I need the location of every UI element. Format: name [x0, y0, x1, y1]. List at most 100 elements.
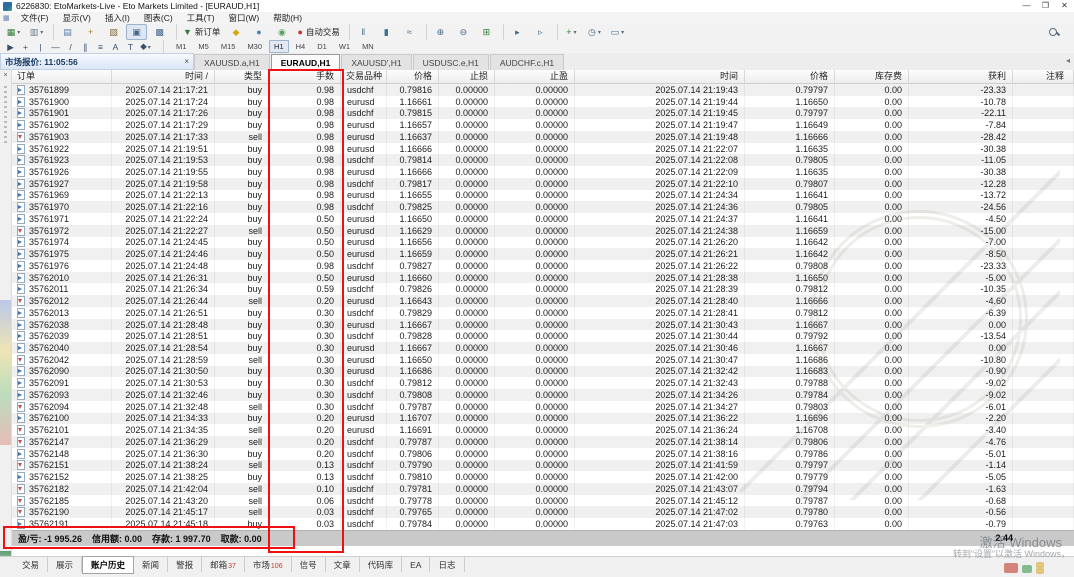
timeframe-button[interactable]: H1	[269, 40, 289, 53]
terminal-tab[interactable]: 交易	[14, 557, 48, 572]
periods-button[interactable]: ◷	[584, 24, 605, 40]
zoom-out-button[interactable]: ⊖	[453, 24, 474, 40]
table-row[interactable]: 35761971 2025.07.14 21:22:24 buy 0.50 eu…	[12, 213, 1074, 225]
channel-tool-icon[interactable]: ∥	[78, 41, 93, 53]
auto-scroll-button[interactable]: ▸	[503, 24, 528, 40]
timeframe-button[interactable]: MN	[357, 40, 379, 53]
chart-tab[interactable]: XAUUSD.a,H1	[194, 54, 270, 70]
terminal-tab[interactable]: 代码库	[360, 557, 403, 572]
dock-grip[interactable]	[4, 86, 7, 146]
table-row[interactable]: 35762038 2025.07.14 21:28:48 buy 0.30 eu…	[12, 319, 1074, 331]
menu-item[interactable]: 帮助(H)	[266, 12, 309, 24]
shapes-tool-icon[interactable]: ◆	[138, 40, 153, 54]
column-header[interactable]: 价格	[387, 70, 439, 83]
menu-item[interactable]: 文件(F)	[14, 12, 56, 24]
table-row[interactable]: 35761903 2025.07.14 21:17:33 sell 0.98 e…	[12, 131, 1074, 143]
market-watch-titlebar[interactable]: 市场报价: 11:05:56 ×	[0, 53, 194, 70]
table-row[interactable]: 35761974 2025.07.14 21:24:45 buy 0.50 eu…	[12, 237, 1074, 249]
zoom-in-button[interactable]: ⊕	[426, 24, 451, 40]
table-row[interactable]: 35762152 2025.07.14 21:38:25 buy 0.13 us…	[12, 471, 1074, 483]
column-header[interactable]: 类型	[215, 70, 269, 83]
table-row[interactable]: 35762191 2025.07.14 21:45:18 buy 0.03 us…	[12, 518, 1074, 530]
column-header[interactable]: 手数	[269, 70, 341, 83]
autotrading-button[interactable]: ●自动交易	[294, 24, 342, 40]
chart-window-icon[interactable]: ▦	[3, 14, 10, 22]
table-row[interactable]: 35762185 2025.07.14 21:43:20 sell 0.06 u…	[12, 495, 1074, 507]
menu-item[interactable]: 显示(V)	[55, 12, 97, 24]
tile-windows-button[interactable]: ⊞	[476, 24, 497, 40]
table-row[interactable]: 35761969 2025.07.14 21:22:13 buy 0.98 eu…	[12, 190, 1074, 202]
terminal-tab[interactable]: 邮箱37	[202, 557, 245, 572]
column-header[interactable]: 时间	[575, 70, 745, 83]
terminal-button[interactable]: ▣	[126, 24, 147, 40]
table-row[interactable]: 35761972 2025.07.14 21:22:27 sell 0.50 e…	[12, 225, 1074, 237]
fibonacci-tool-icon[interactable]: ≡	[93, 41, 108, 53]
strategy-tester-button[interactable]: ▩	[149, 24, 170, 40]
table-row[interactable]: 35761970 2025.07.14 21:22:16 buy 0.98 us…	[12, 201, 1074, 213]
timeframe-button[interactable]: M1	[171, 40, 191, 53]
terminal-tab[interactable]: 文章	[326, 557, 360, 572]
table-row[interactable]: 35762011 2025.07.14 21:26:34 buy 0.59 us…	[12, 283, 1074, 295]
chart-tab[interactable]: EURAUD,H1	[271, 54, 341, 70]
terminal-tab[interactable]: EA	[402, 557, 430, 572]
table-row[interactable]: 35762101 2025.07.14 21:34:35 sell 0.20 e…	[12, 424, 1074, 436]
chart-tab[interactable]: USDUSC.e,H1	[413, 54, 489, 70]
crosshair-tool-icon[interactable]: +	[18, 41, 33, 53]
table-row[interactable]: 35762091 2025.07.14 21:30:53 buy 0.30 us…	[12, 377, 1074, 389]
menu-item[interactable]: 窗口(W)	[222, 12, 267, 24]
table-row[interactable]: 35762094 2025.07.14 21:32:48 sell 0.30 u…	[12, 401, 1074, 413]
timeframe-button[interactable]: M30	[242, 40, 267, 53]
menu-item[interactable]: 插入(I)	[98, 12, 137, 24]
table-row[interactable]: 35761923 2025.07.14 21:19:53 buy 0.98 us…	[12, 154, 1074, 166]
table-row[interactable]: 35762182 2025.07.14 21:42:04 sell 0.10 u…	[12, 483, 1074, 495]
cursor-tool-icon[interactable]: ▶	[3, 41, 18, 53]
table-row[interactable]: 35762190 2025.07.14 21:45:17 sell 0.03 u…	[12, 506, 1074, 518]
table-row[interactable]: 35762151 2025.07.14 21:38:24 sell 0.13 u…	[12, 460, 1074, 472]
text-tool-icon[interactable]: A	[108, 41, 123, 53]
chart-shift-button[interactable]: ▹	[530, 24, 551, 40]
chart-tab[interactable]: XAUUSD',H1	[341, 54, 411, 70]
table-row[interactable]: 35761899 2025.07.14 21:17:21 buy 0.98 us…	[12, 84, 1074, 96]
table-row[interactable]: 35762040 2025.07.14 21:28:54 buy 0.30 eu…	[12, 342, 1074, 354]
bars-chart-button[interactable]: ‖	[349, 24, 374, 40]
dock-close-icon[interactable]: ×	[0, 70, 11, 82]
new-chart-button[interactable]: ▦	[3, 24, 24, 40]
terminal-tab[interactable]: 账户历史	[82, 556, 134, 574]
table-row[interactable]: 35761902 2025.07.14 21:17:29 buy 0.98 eu…	[12, 119, 1074, 131]
menu-item[interactable]: 工具(T)	[180, 12, 222, 24]
data-window-button[interactable]: +	[80, 24, 101, 40]
table-row[interactable]: 35761927 2025.07.14 21:19:58 buy 0.98 us…	[12, 178, 1074, 190]
column-header[interactable]: 止盈	[495, 70, 575, 83]
terminal-tab[interactable]: 市场106	[245, 557, 292, 572]
terminal-tab[interactable]: 信号	[292, 557, 326, 572]
minimize-button[interactable]: —	[1017, 0, 1036, 12]
column-header[interactable]: 库存费	[835, 70, 909, 83]
timeframe-button[interactable]: H4	[291, 40, 311, 53]
column-header[interactable]: 获利	[909, 70, 1013, 83]
restore-button[interactable]: ❐	[1036, 0, 1055, 12]
table-row[interactable]: 35762012 2025.07.14 21:26:44 sell 0.20 e…	[12, 295, 1074, 307]
table-row[interactable]: 35762010 2025.07.14 21:26:31 buy 0.50 eu…	[12, 272, 1074, 284]
community-button[interactable]: ◉	[271, 24, 292, 40]
table-row[interactable]: 35761900 2025.07.14 21:17:24 buy 0.98 eu…	[12, 96, 1074, 108]
hline-tool-icon[interactable]: —	[48, 41, 63, 53]
search-icon[interactable]	[1042, 26, 1068, 38]
metaeditor-button[interactable]: ●	[248, 24, 269, 40]
timeframe-button[interactable]: W1	[334, 40, 355, 53]
line-chart-button[interactable]: ≈	[399, 24, 420, 40]
table-row[interactable]: 35761975 2025.07.14 21:24:46 buy 0.50 eu…	[12, 248, 1074, 260]
table-row[interactable]: 35761901 2025.07.14 21:17:26 buy 0.98 us…	[12, 107, 1074, 119]
market-watch-button[interactable]: ▤	[53, 24, 78, 40]
column-header[interactable]: 时间 /	[112, 70, 215, 83]
terminal-tab[interactable]: 日志	[430, 557, 464, 572]
menu-item[interactable]: 图表(C)	[137, 12, 180, 24]
table-row[interactable]: 35762013 2025.07.14 21:26:51 buy 0.30 us…	[12, 307, 1074, 319]
terminal-tab[interactable]: 警报	[168, 557, 202, 572]
trendline-tool-icon[interactable]: /	[63, 41, 78, 53]
table-row[interactable]: 35762100 2025.07.14 21:34:33 buy 0.20 eu…	[12, 413, 1074, 425]
terminal-tab[interactable]: 新闻	[134, 557, 168, 572]
label-tool-icon[interactable]: T	[123, 41, 138, 53]
column-header[interactable]: 订单	[12, 70, 112, 83]
indicators-button[interactable]: +	[557, 24, 582, 40]
column-header[interactable]: 交易品种	[341, 70, 387, 83]
